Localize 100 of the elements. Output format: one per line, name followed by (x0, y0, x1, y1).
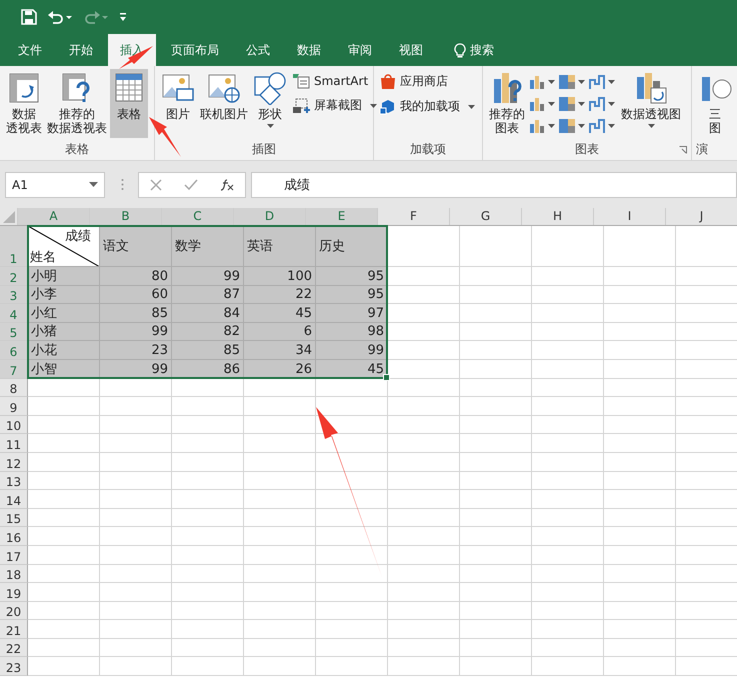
table-cell (532, 286, 604, 304)
column-header[interactable]: E (305, 208, 377, 225)
ribbon-tab[interactable]: 视图 (387, 34, 435, 66)
ribbon-button[interactable]: 数据透视图 (619, 69, 683, 138)
ribbon-tab[interactable]: 数据 (285, 34, 333, 66)
row-header[interactable]: 8 (0, 378, 28, 398)
ribbon-button[interactable]: 我的加载项 (378, 96, 477, 117)
cell-text: 23 (150, 342, 169, 359)
ribbon-tab[interactable]: 文件 (6, 34, 54, 66)
row-header[interactable]: 20 (0, 602, 28, 620)
ribbon-button[interactable]: SmartArt (290, 71, 379, 91)
row-header[interactable]: 2 (0, 267, 28, 286)
table-cell (28, 472, 100, 490)
group-label: 表格 (65, 140, 89, 158)
row-header[interactable]: 10 (0, 416, 28, 434)
caret-icon (578, 102, 585, 106)
cell-text: 英语 (246, 238, 274, 254)
ribbon-button[interactable]: 数据 透视表 (4, 69, 44, 138)
cell-text: 86 (222, 360, 241, 378)
column-header[interactable]: C (161, 208, 233, 225)
table-cell (532, 508, 604, 528)
table-cell (244, 416, 316, 434)
ribbon-tab[interactable]: 审阅 (336, 34, 384, 66)
row-header[interactable]: 5 (0, 322, 28, 342)
cell-text: 成绩 (65, 228, 91, 245)
row-header[interactable]: 15 (0, 508, 28, 528)
search-button[interactable]: 搜索 (442, 34, 506, 66)
ribbon-button[interactable]: 三 图 (696, 69, 734, 138)
row-header[interactable]: 3 (0, 286, 28, 304)
row-header[interactable]: 1 (0, 226, 28, 267)
ribbon-tab[interactable]: 页面布局 (159, 34, 231, 66)
annotation-arrow (118, 45, 154, 71)
column-header[interactable]: D (233, 208, 305, 225)
shapes-icon (253, 71, 287, 105)
table-cell (460, 416, 532, 434)
table-cell (172, 452, 244, 472)
row-header[interactable]: 11 (0, 434, 28, 453)
table-cell (388, 620, 460, 639)
table-cell (604, 490, 676, 509)
cell-text: 85 (150, 304, 169, 322)
formula-field[interactable]: 成绩 (251, 172, 737, 198)
fill-handle[interactable] (383, 374, 390, 381)
table-cell (316, 490, 388, 509)
row-header[interactable]: 9 (0, 397, 28, 416)
save-icon[interactable] (21, 9, 37, 25)
row-header[interactable]: 17 (0, 546, 28, 564)
column-header[interactable]: I (593, 208, 665, 225)
undo-icon[interactable] (47, 9, 73, 25)
ribbon-tab[interactable]: 开始 (57, 34, 105, 66)
row-header[interactable]: 19 (0, 583, 28, 602)
cell-text: 小明 (30, 268, 58, 285)
table-cell (388, 638, 460, 658)
row-header[interactable]: 12 (0, 452, 28, 472)
ribbon-button[interactable]: 屏幕截图 (290, 95, 379, 116)
table-cell (460, 472, 532, 490)
caret-icon[interactable] (89, 182, 98, 187)
chart-icon (528, 74, 546, 90)
column-header[interactable]: A (17, 208, 89, 225)
table-cell (172, 378, 244, 398)
row-header[interactable]: 14 (0, 490, 28, 509)
ribbon-button[interactable]: 表格 (110, 69, 148, 138)
ribbon-tab[interactable]: 公式 (234, 34, 282, 66)
table-cell (460, 360, 532, 379)
ribbon-button[interactable]: 推荐的 图表 (487, 69, 527, 138)
table-cell (316, 657, 388, 676)
row-header[interactable]: 23 (0, 657, 28, 676)
ribbon-button[interactable]: 图片 (159, 69, 197, 138)
row-header[interactable]: 16 (0, 527, 28, 546)
table-cell (604, 226, 676, 267)
caret-icon (548, 80, 555, 84)
column-header[interactable]: J (665, 208, 737, 225)
ribbon-button[interactable]: 应用商店 (378, 71, 477, 92)
column-header[interactable]: H (521, 208, 593, 225)
caret-icon (578, 124, 585, 128)
row-header[interactable]: 18 (0, 564, 28, 584)
row-header[interactable]: 22 (0, 638, 28, 658)
cancel-icon[interactable] (150, 178, 162, 190)
table-cell (388, 564, 460, 584)
row-header[interactable]: 7 (0, 360, 28, 379)
table-cell (28, 416, 100, 434)
table-cell (244, 508, 316, 528)
row-header[interactable]: 13 (0, 472, 28, 490)
column-header[interactable]: B (89, 208, 161, 225)
row-header[interactable]: 21 (0, 620, 28, 639)
table-cell (28, 602, 100, 620)
row-header[interactable]: 6 (0, 341, 28, 360)
ribbon-button[interactable]: 推荐的 数据透视表 (45, 69, 109, 138)
checkmark-icon[interactable] (184, 178, 198, 190)
row-header[interactable]: 4 (0, 304, 28, 323)
column-header[interactable]: F (377, 208, 449, 225)
table-cell (244, 602, 316, 620)
column-header[interactable]: G (449, 208, 521, 225)
function-icon[interactable] (220, 178, 234, 190)
table-cell (532, 452, 604, 472)
table-cell (460, 267, 532, 286)
ribbon-button[interactable]: 联机图片 (198, 69, 250, 138)
dialog-launcher-icon[interactable] (679, 146, 687, 154)
ribbon-button[interactable]: 形状 (251, 69, 289, 138)
customize-caret-icon[interactable] (119, 12, 127, 22)
name-box[interactable]: A1 (5, 172, 105, 198)
